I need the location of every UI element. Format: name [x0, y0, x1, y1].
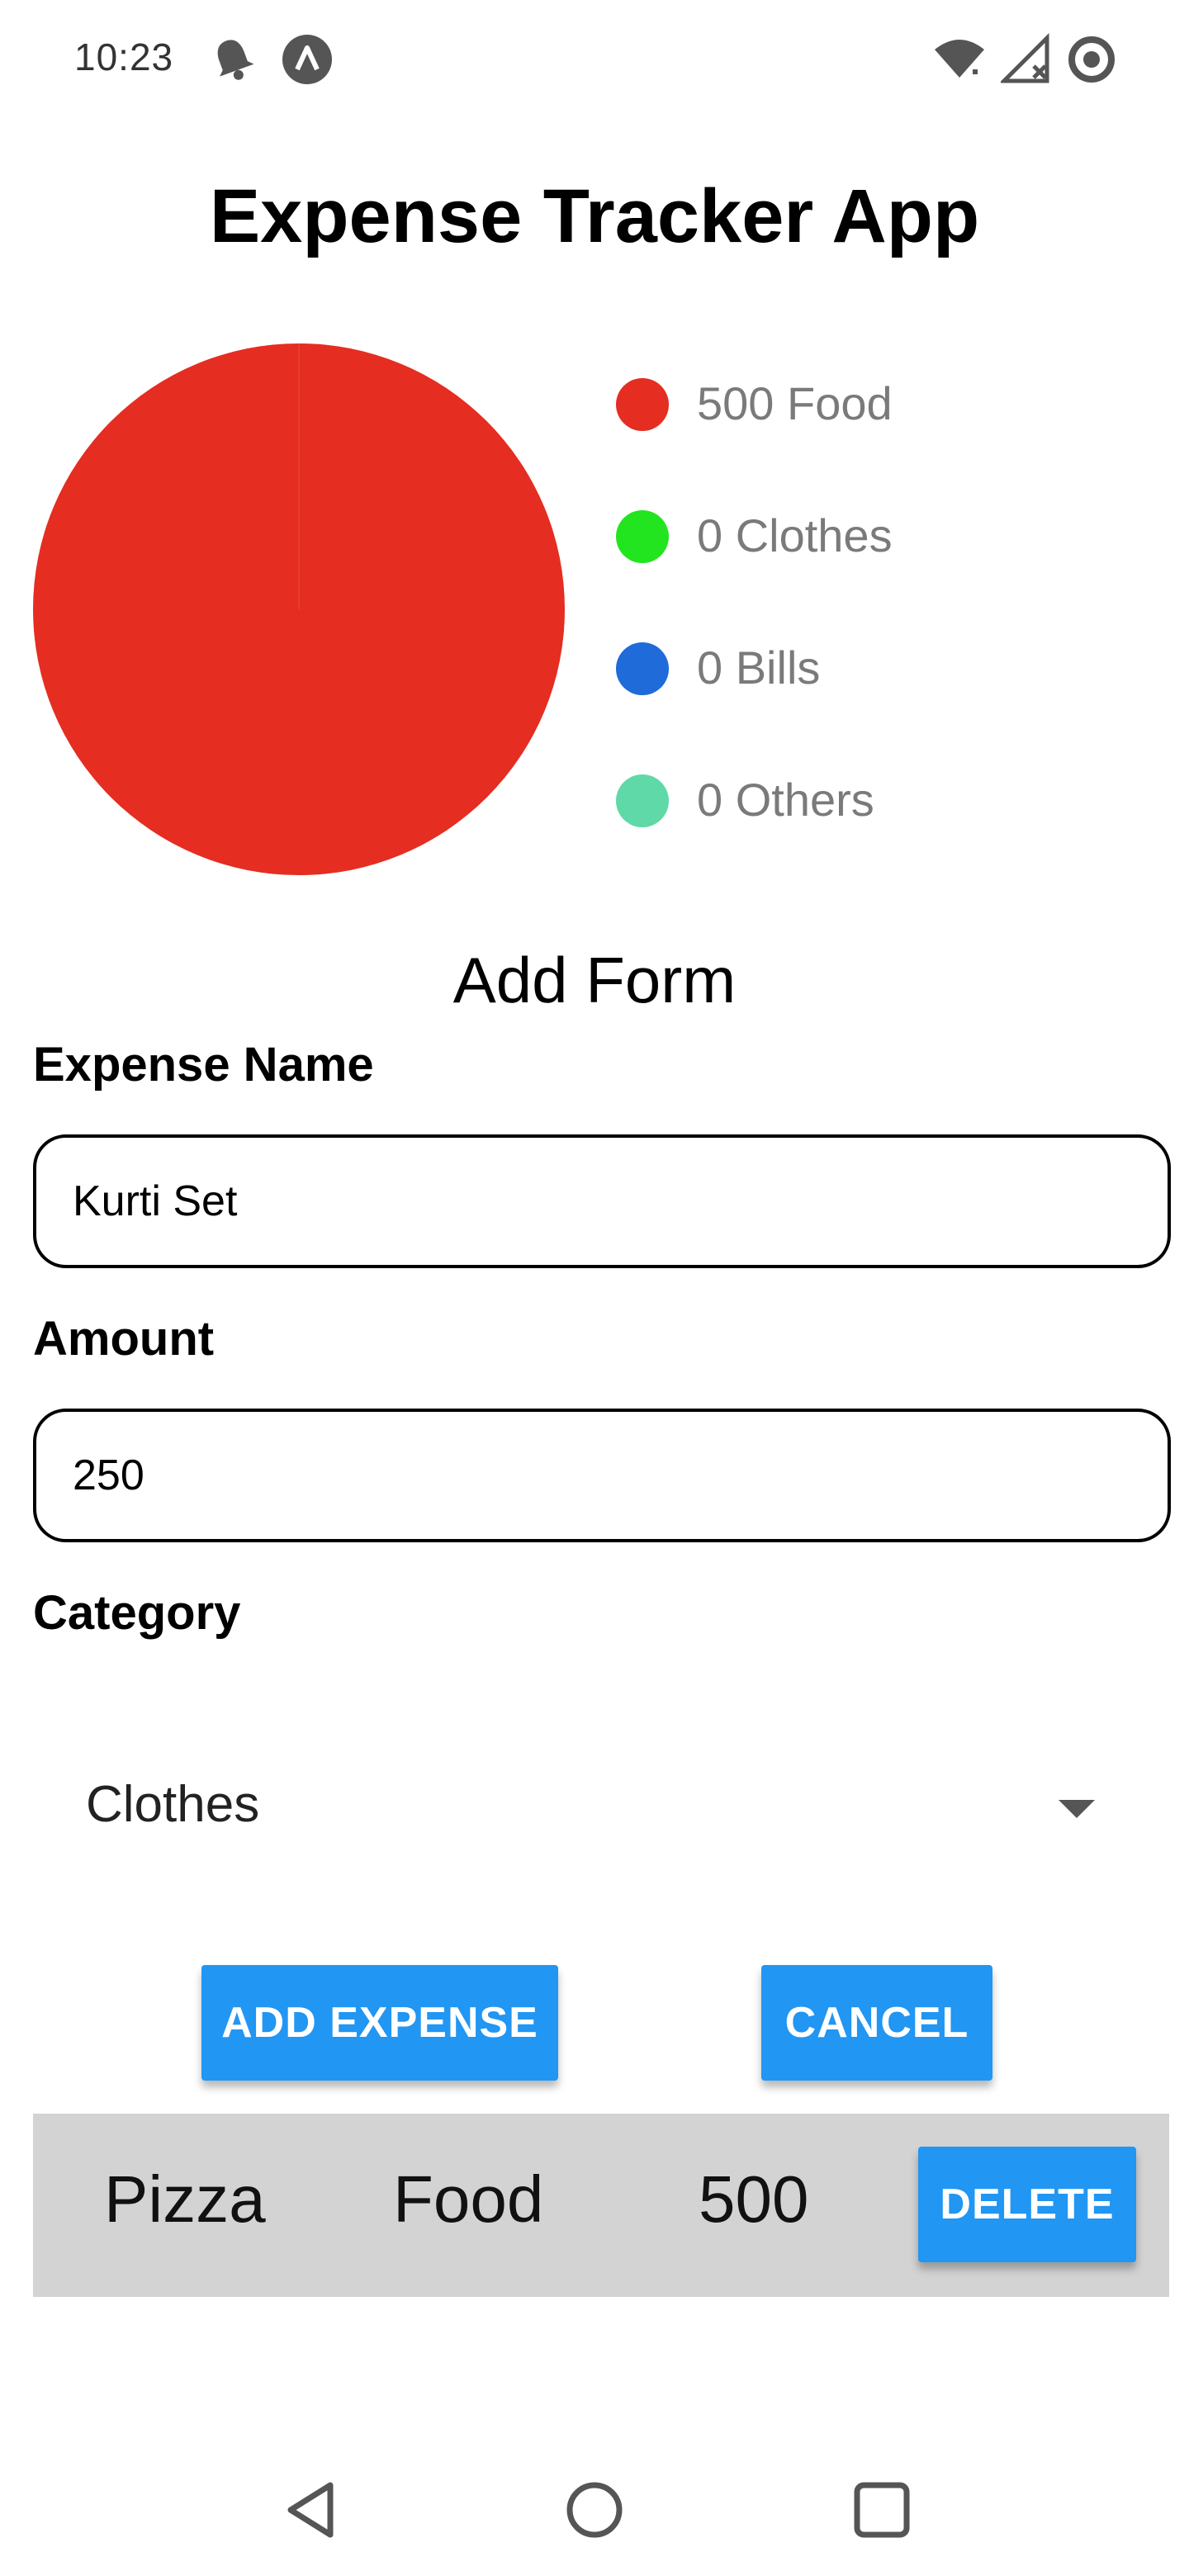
legend-dot-others — [616, 774, 669, 827]
expense-pie-chart — [31, 342, 566, 877]
recents-icon[interactable] — [842, 2470, 921, 2550]
pie-svg — [33, 343, 565, 875]
cell-signal-no-service-icon — [1001, 33, 1049, 83]
legend-dot-bills — [616, 642, 669, 695]
add-expense-button[interactable]: ADD EXPENSE — [201, 1965, 558, 2081]
notification-bell-icon — [217, 40, 254, 80]
home-icon[interactable] — [555, 2470, 634, 2550]
dropdown-caret-icon — [1059, 1800, 1095, 1818]
legend-label-clothes: 0 Clothes — [697, 509, 893, 561]
category-label: Category — [33, 1586, 241, 1640]
legend-item-bills: 0 Bills — [616, 636, 1111, 702]
legend-label-food: 500 Food — [697, 377, 893, 429]
expense-list-item: Pizza Food 500 DELETE — [33, 2114, 1169, 2297]
legend-label-others: 0 Others — [697, 774, 874, 826]
expense-item-amount: 500 — [699, 2162, 809, 2236]
wifi-icon — [935, 40, 984, 78]
category-select[interactable]: Clothes — [33, 1750, 1128, 1866]
legend-item-others: 0 Others — [616, 768, 1111, 834]
status-bar: 10:23 — [0, 0, 1189, 124]
category-selected-value: Clothes — [86, 1776, 260, 1833]
amount-label: Amount — [33, 1312, 215, 1366]
legend-item-clothes: 0 Clothes — [616, 504, 1111, 570]
expense-name-label: Expense Name — [33, 1038, 374, 1091]
legend-item-food: 500 Food — [616, 372, 1111, 438]
legend-dot-clothes — [616, 510, 669, 563]
expo-app-icon — [282, 35, 332, 84]
legend-label-bills: 0 Bills — [697, 642, 821, 694]
expense-name-input[interactable] — [33, 1134, 1171, 1268]
page-title: Expense Tracker App — [209, 174, 980, 258]
legend-dot-food — [616, 378, 669, 431]
cancel-button[interactable]: CANCEL — [761, 1965, 992, 2081]
expense-item-name: Pizza — [104, 2162, 266, 2236]
delete-button[interactable]: DELETE — [918, 2147, 1136, 2262]
status-time: 10:23 — [74, 36, 174, 78]
system-nav-bar — [0, 2444, 1189, 2576]
back-icon[interactable] — [272, 2470, 352, 2550]
battery-ring-icon — [1068, 36, 1115, 83]
amount-input[interactable] — [33, 1409, 1171, 1542]
form-title: Add Form — [452, 944, 737, 1016]
expense-item-category: Food — [393, 2162, 544, 2236]
